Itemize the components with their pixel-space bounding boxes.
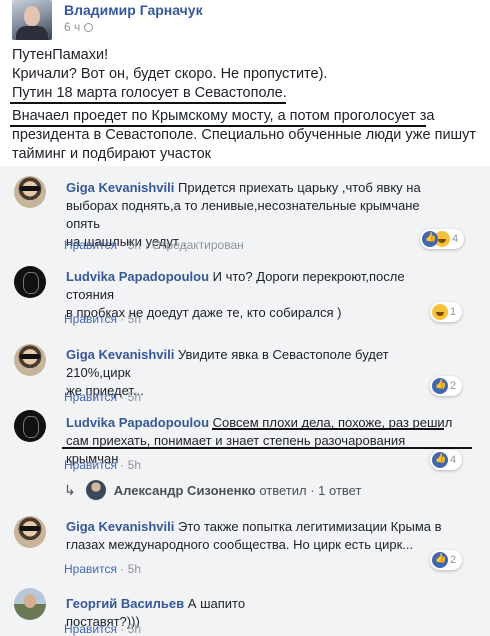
reply-arrow-icon: ↳ (64, 481, 76, 498)
commenter-name[interactable]: Ludvika Papadopoulou (66, 415, 209, 430)
comment-time[interactable]: 5h (128, 458, 141, 472)
comment-actions: Нравится · 5h (64, 622, 141, 636)
post-timestamp[interactable]: 6 ч (64, 20, 94, 34)
haha-reaction-icon (432, 304, 448, 320)
replier-avatar (85, 480, 106, 500)
comment-bubble: Giga Kevanishvili Увидите явка в Севасто… (54, 340, 466, 398)
underline-mark (212, 428, 444, 430)
post-line-1: ПутенПамахи! (12, 47, 109, 63)
post-line-4: Вначаел проедет по Крымскому мосту, а по… (12, 108, 435, 124)
comment-time[interactable]: 5h (128, 312, 141, 326)
underline-mark (62, 447, 472, 449)
comment-actions: Нравится · 5h (64, 458, 141, 472)
reaction-count[interactable]: 4 (420, 229, 464, 249)
commenter-name[interactable]: Giga Kevanishvili (66, 347, 174, 362)
post-line-6: тайминг и подбирают участок (12, 146, 211, 162)
like-reaction-icon (422, 231, 438, 247)
post: Владимир Гарначук 6 ч ПутенПамахи! Крича… (0, 0, 490, 166)
comment-bubble: Ludvika Papadopoulou И что? Дороги перек… (54, 262, 466, 320)
comment-actions: Нравится · 5h (64, 390, 141, 404)
reaction-count[interactable]: 2 (430, 376, 462, 396)
comment-text: выборах поднять,а то ленивые,несознатель… (66, 198, 420, 231)
post-line-5: президента в Севастополе. Специально обу… (12, 127, 477, 143)
like-button[interactable]: Нравится (64, 622, 117, 636)
comment-bubble: Giga Kevanishvili Придется приехать царь… (54, 173, 466, 249)
commenter-avatar[interactable] (14, 588, 46, 620)
comment-bubble: Георгий Васильев А шапито поставят?))) (54, 589, 330, 629)
replier-name: Александр Сизоненко (113, 482, 256, 498)
globe-icon (84, 23, 94, 32)
comment-bubble: Giga Kevanishvili Это также попытка леги… (54, 512, 466, 556)
post-line-3: Путин 18 марта голосует в Севастополе. (12, 85, 287, 101)
post-author-name[interactable]: Владимир Гарначук (64, 2, 203, 18)
like-reaction-icon (432, 452, 448, 468)
like-button[interactable]: Нравится (64, 562, 117, 576)
comment-actions: Нравится · 5h · Отредактирован (64, 238, 244, 252)
commenter-name[interactable]: Ludvika Papadopoulou (66, 269, 209, 284)
comment-time[interactable]: 5h (128, 390, 141, 404)
reply-text: ответил · 1 ответ (259, 482, 362, 498)
commenter-name[interactable]: Giga Kevanishvili (66, 180, 174, 195)
like-button[interactable]: Нравится (64, 458, 117, 472)
comment-time[interactable]: 5h (128, 562, 141, 576)
comment-time[interactable]: 5h (128, 238, 141, 252)
comment-text: Это также попытка легитимизации Крыма в (178, 519, 442, 534)
like-button[interactable]: Нравится (64, 312, 117, 326)
reaction-count[interactable]: 4 (430, 450, 462, 470)
edited-label[interactable]: Отредактирован (152, 238, 244, 252)
comment-actions: Нравится · 5h (64, 312, 141, 326)
underline-mark (10, 102, 286, 104)
post-line-2: Кричали? Вот он, будет скоро. Не пропуст… (12, 66, 328, 82)
commenter-avatar[interactable] (14, 344, 46, 376)
commenter-avatar[interactable] (14, 410, 46, 442)
like-button[interactable]: Нравится (64, 238, 117, 252)
comment-time[interactable]: 5h (128, 622, 141, 636)
commenter-name[interactable]: Георгий Васильев (66, 596, 184, 611)
comment-text: Придется приехать царьку ,чтоб явку на (178, 180, 421, 195)
comment-bubble: Ludvika Papadopoulou Совсем плохи дела, … (54, 408, 466, 466)
comment-text: глазах международного сообщества. Но цир… (66, 537, 414, 552)
reaction-count[interactable]: 1 (430, 302, 462, 322)
commenter-name[interactable]: Giga Kevanishvili (66, 519, 174, 534)
comment-actions: Нравится · 5h (64, 562, 141, 576)
commenter-avatar[interactable] (14, 266, 46, 298)
commenter-avatar[interactable] (14, 176, 46, 208)
reaction-count[interactable]: 2 (430, 550, 462, 570)
like-reaction-icon (432, 552, 448, 568)
post-author-avatar[interactable] (12, 0, 52, 40)
like-reaction-icon (432, 378, 448, 394)
replies-link[interactable]: ↳ Александр Сизоненко ответил · 1 ответ (64, 480, 361, 500)
like-button[interactable]: Нравится (64, 390, 117, 404)
commenter-avatar[interactable] (14, 516, 46, 548)
